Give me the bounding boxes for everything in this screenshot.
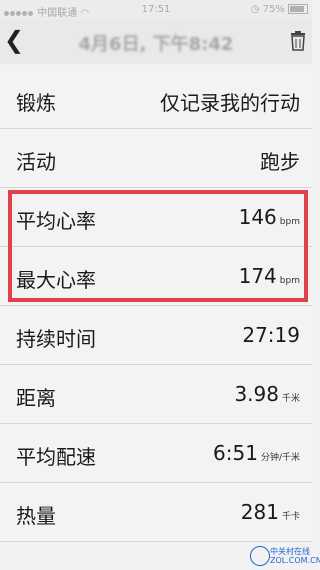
row-value: 仅记录我的行动 bbox=[160, 87, 300, 116]
watermark-line1: 中关村在线 bbox=[270, 547, 310, 556]
chevron-left-icon[interactable]: ❮ bbox=[4, 26, 24, 54]
row-distance: 距离 3.98 千米 bbox=[0, 365, 312, 424]
row-label: 距离 bbox=[16, 386, 56, 410]
row-workout[interactable]: 锻炼 仅记录我的行动 bbox=[0, 70, 312, 129]
value-text: 146 bbox=[238, 205, 277, 229]
workout-details-list: 锻炼 仅记录我的行动 活动 跑步 平均心率 146 bpm 最大心率 174 bpm… bbox=[0, 70, 312, 542]
nav-bar: ❮ 4月6日, 下午8:42 bbox=[0, 20, 312, 64]
value-text: 27:19 bbox=[242, 323, 300, 347]
watermark-text: 中关村在线 ZOL.COM.CN bbox=[270, 547, 320, 565]
row-label: 持续时间 bbox=[16, 327, 96, 351]
unit-text: 千卡 bbox=[281, 512, 300, 522]
row-label: 锻炼 bbox=[16, 91, 56, 115]
value-text: 174 bbox=[238, 264, 277, 288]
trash-icon[interactable] bbox=[290, 31, 306, 51]
battery-group: ◷ 75% bbox=[251, 4, 308, 15]
page-title: 4月6日, 下午8:42 bbox=[78, 34, 234, 55]
row-label: 热量 bbox=[16, 504, 56, 528]
value-text: 6:51 bbox=[213, 441, 258, 465]
battery-icon bbox=[288, 4, 308, 14]
row-label: 平均配速 bbox=[16, 445, 96, 469]
row-label: 活动 bbox=[16, 150, 56, 174]
row-calories: 热量 281 千卡 bbox=[0, 483, 312, 542]
row-duration: 持续时间 27:19 bbox=[0, 306, 312, 365]
unit-text: 分钟/千米 bbox=[260, 453, 300, 463]
value-text: 281 bbox=[240, 500, 279, 524]
row-value: 3.98 千米 bbox=[234, 382, 300, 406]
row-value: 6:51 分钟/千米 bbox=[213, 441, 300, 465]
row-avg-pace: 平均配速 6:51 分钟/千米 bbox=[0, 424, 312, 483]
row-activity[interactable]: 活动 跑步 bbox=[0, 129, 312, 188]
row-value: 跑步 bbox=[260, 146, 300, 175]
zol-watermark: 中关村在线 ZOL.COM.CN bbox=[250, 544, 320, 566]
row-value: 27:19 bbox=[242, 323, 300, 347]
row-value: 281 千卡 bbox=[241, 500, 300, 524]
row-value: 174 bpm bbox=[239, 264, 300, 288]
value-text: 跑步 bbox=[260, 150, 300, 174]
watermark-line2: ZOL.COM.CN bbox=[270, 556, 320, 565]
value-text: 3.98 bbox=[234, 382, 279, 406]
row-max-heart-rate: 最大心率 174 bpm bbox=[0, 247, 312, 306]
unit-text: 千米 bbox=[281, 394, 300, 404]
lock-rotation-icon: ◷ bbox=[250, 4, 260, 15]
unit-text: bpm bbox=[279, 276, 300, 286]
battery-percent: 75% bbox=[262, 4, 285, 15]
unit-text: bpm bbox=[279, 217, 300, 227]
status-bar: 中国联通 ◠ 17:51 ◷ 75% bbox=[0, 0, 312, 20]
value-text: 仅记录我的行动 bbox=[160, 91, 300, 115]
zol-logo-icon bbox=[250, 546, 270, 566]
row-label: 平均心率 bbox=[16, 209, 96, 233]
row-avg-heart-rate: 平均心率 146 bpm bbox=[0, 188, 312, 247]
row-value: 146 bpm bbox=[239, 205, 300, 229]
row-label: 最大心率 bbox=[16, 268, 96, 292]
